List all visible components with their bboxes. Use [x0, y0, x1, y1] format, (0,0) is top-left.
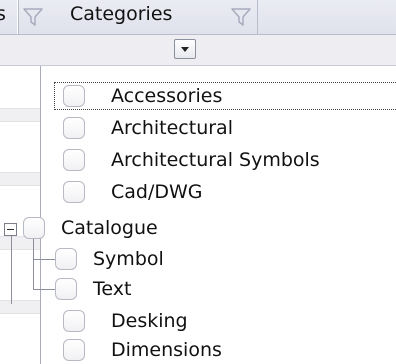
filter-funnel-icon[interactable] — [230, 6, 252, 28]
checkbox[interactable] — [63, 181, 85, 203]
categories-dropdown-panel — [40, 66, 396, 364]
tree-connector-line — [33, 236, 34, 290]
tree-item-label: Text — [93, 278, 132, 300]
checkbox[interactable] — [63, 117, 85, 139]
tree-connector-line — [33, 289, 55, 290]
grid-rows-background — [0, 66, 40, 364]
tree-item-label: Architectural Symbols — [111, 149, 320, 171]
grid-row — [0, 172, 40, 186]
column-header-previous[interactable]: s — [0, 0, 18, 34]
tree-item-label: Symbol — [93, 248, 164, 270]
checkbox[interactable] — [63, 339, 85, 361]
categories-filter-view: s Categories Accessories Architectural A… — [0, 0, 396, 364]
column-header-categories[interactable]: Categories — [20, 0, 258, 34]
checkbox[interactable] — [63, 85, 85, 107]
focus-rectangle — [54, 82, 396, 110]
filter-row — [0, 35, 396, 66]
tree-item-label: Cad/DWG — [111, 181, 203, 203]
tree-item-label: Accessories — [111, 85, 223, 107]
tree-item-label: Architectural — [111, 117, 233, 139]
tree-item-label: Desking — [111, 310, 188, 332]
checkbox[interactable] — [63, 149, 85, 171]
grid-row — [0, 108, 40, 122]
checkbox[interactable] — [23, 217, 45, 239]
tree-connector-line — [33, 259, 55, 260]
checkbox[interactable] — [55, 248, 77, 270]
categories-dropdown-button[interactable] — [174, 39, 196, 59]
column-header-categories-label: Categories — [70, 3, 173, 25]
minus-box-icon — [7, 229, 14, 230]
checkbox[interactable] — [63, 310, 85, 332]
filter-funnel-icon[interactable] — [22, 6, 44, 28]
tree-item-label: Dimensions — [111, 339, 222, 361]
checkbox[interactable] — [55, 278, 77, 300]
grid-row — [0, 300, 40, 314]
tree-item-label: Catalogue — [61, 217, 158, 239]
column-header-next[interactable] — [260, 0, 396, 34]
chevron-down-icon — [181, 47, 189, 52]
collapse-toggle[interactable] — [4, 223, 17, 236]
tree-connector-line — [11, 236, 12, 304]
column-header-previous-label: s — [0, 3, 6, 25]
column-header-row: s Categories — [0, 0, 396, 35]
